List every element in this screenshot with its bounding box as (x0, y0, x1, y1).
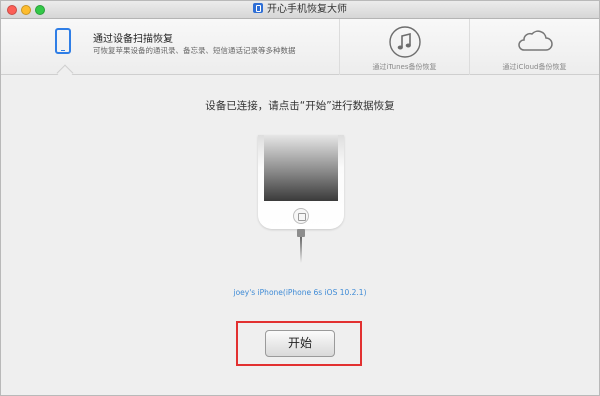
active-tab-pointer (56, 64, 74, 82)
iphone-illustration (258, 135, 344, 229)
title-bar: 开心手机恢复大师 (1, 1, 599, 19)
tab-device-scan[interactable]: 通过设备扫描恢复 可恢复苹果设备的通讯录、备忘录、短信通话记录等多种数据 (1, 19, 339, 82)
tab-icloud-label: 通过iCloud备份恢复 (502, 63, 567, 71)
window-title: 开心手机恢复大师 (267, 4, 347, 15)
music-note-icon (388, 26, 421, 58)
tab-itunes-label: 通过iTunes备份恢复 (372, 63, 437, 71)
tab-device-scan-title: 通过设备扫描恢复 (93, 34, 173, 45)
home-button-icon (293, 208, 309, 224)
usb-cable (300, 237, 302, 263)
tab-icloud-backup[interactable]: 通过iCloud备份恢复 (469, 19, 599, 75)
cable-connector-icon (297, 229, 305, 237)
connected-device-label: joey's iPhone(iPhone 6s iOS 10.2.1) (233, 288, 367, 297)
start-button[interactable]: 开始 (265, 330, 335, 357)
cloud-icon (517, 30, 553, 51)
tab-itunes-backup[interactable]: 通过iTunes备份恢复 (339, 19, 469, 75)
iphone-screen (264, 135, 338, 201)
instruction-text: 设备已连接，请点击“开始”进行数据恢复 (205, 100, 395, 112)
mode-tab-bar: 通过设备扫描恢复 可恢复苹果设备的通讯录、备忘录、短信通话记录等多种数据 通过i… (1, 19, 599, 82)
tab-device-scan-description: 可恢复苹果设备的通讯录、备忘录、短信通话记录等多种数据 (93, 46, 296, 55)
app-logo-icon (253, 3, 263, 13)
app-window: 开心手机恢复大师 通过设备扫描恢复 可恢复苹果设备的通讯录、备忘录、短信通话记录… (0, 0, 600, 396)
window-title-group: 开心手机恢复大师 (1, 3, 599, 17)
iphone-icon (55, 28, 71, 54)
